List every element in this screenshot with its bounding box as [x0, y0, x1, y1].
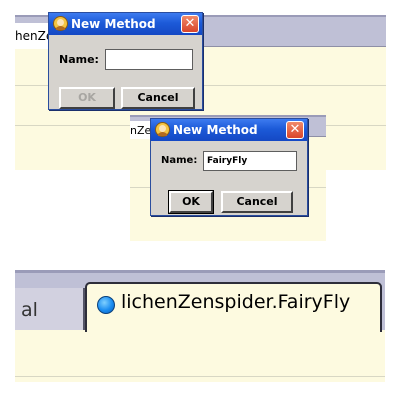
new-method-dialog-empty: New Method ✕ Name: OK Cancel	[48, 12, 203, 110]
divider-line	[15, 376, 385, 377]
blue-circle-icon	[97, 296, 115, 314]
page: henZe New Method ✕ Name: OK Cancel nZe N…	[0, 0, 400, 406]
cancel-button[interactable]: Cancel	[221, 191, 293, 213]
dialog-titlebar[interactable]: New Method ✕	[49, 13, 202, 35]
name-label: Name:	[161, 155, 198, 166]
dialog-title: New Method	[71, 17, 156, 31]
new-method-dialog-filled: New Method ✕ Name: FairyFly OK Cancel	[150, 118, 308, 216]
ok-button[interactable]: OK	[168, 190, 214, 214]
editor-tab-strip: al lichenZenspider.FairyFly	[15, 270, 385, 382]
name-input[interactable]: FairyFly	[203, 151, 297, 171]
tab-label: lichenZenspider.FairyFly	[121, 291, 351, 313]
name-label: Name:	[59, 53, 99, 66]
dialog-title: New Method	[173, 123, 258, 137]
name-input[interactable]	[105, 49, 193, 70]
ok-button[interactable]: OK	[59, 87, 115, 109]
dialog-titlebar[interactable]: New Method ✕	[151, 119, 307, 141]
greenfoot-person-icon	[53, 16, 68, 31]
tab-active-class[interactable]: lichenZenspider.FairyFly	[85, 282, 382, 332]
cancel-button[interactable]: Cancel	[121, 87, 195, 109]
previous-tab[interactable]: al	[15, 288, 85, 330]
close-icon[interactable]: ✕	[286, 121, 304, 139]
greenfoot-person-icon	[155, 122, 170, 137]
close-icon[interactable]: ✕	[181, 15, 199, 33]
